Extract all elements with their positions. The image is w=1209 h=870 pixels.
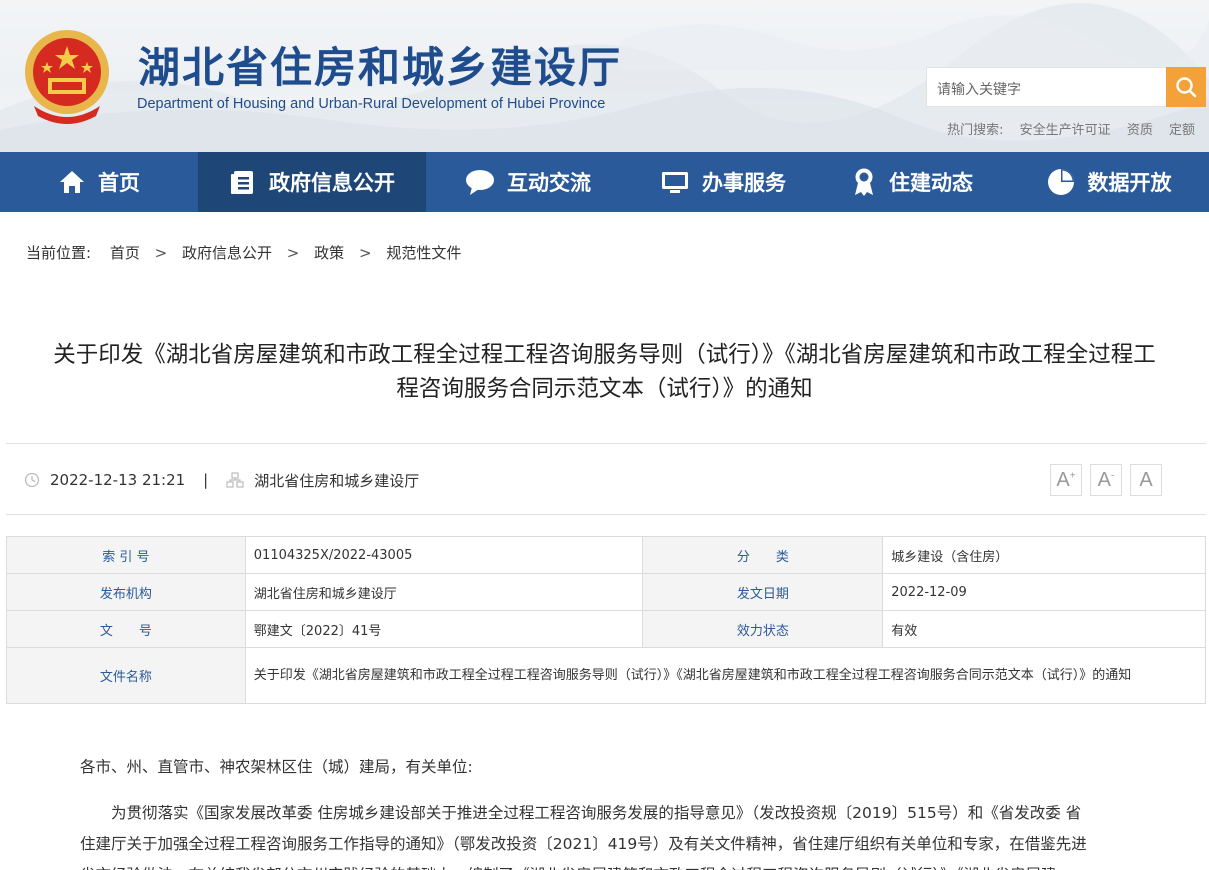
greeting: 各市、州、直管市、神农架林区住（城）建局，有关单位: (80, 758, 473, 776)
clock-icon (24, 472, 40, 488)
table-row: 文 号 鄂建文〔2022〕41号 效力状态 有效 (6, 610, 1206, 648)
body-paragraph-line: 住建厅关于加强全过程工程咨询服务工作指导的通知》（鄂发改投资〔2021〕419号… (80, 835, 1087, 853)
home-icon (60, 171, 84, 193)
hot-search-link[interactable]: 安全生产许可证 (1020, 123, 1111, 138)
nav-label: 数据开放 (1087, 171, 1172, 195)
font-control-label: A (1139, 468, 1153, 491)
org-structure-icon (226, 472, 244, 488)
monitor-icon (662, 172, 688, 193)
hot-search-link[interactable]: 定额 (1169, 123, 1195, 138)
article-title: 关于印发《湖北省房屋建筑和市政工程全过程工程咨询服务导则（试行）》《湖北省房屋建… (0, 338, 1209, 406)
font-size-reset-button[interactable]: A (1130, 464, 1162, 496)
nav-item-home[interactable]: 首页 (0, 152, 198, 212)
breadcrumb-separator: > (154, 244, 168, 262)
table-row: 文件名称 关于印发《湖北省房屋建筑和市政工程全过程工程咨询服务导则（试行）》《湖… (6, 647, 1207, 704)
document-list-icon (231, 171, 253, 194)
chat-bubble-icon (466, 170, 494, 195)
national-emblem-logo (25, 30, 109, 124)
hot-search: 热门搜索: 安全生产许可证 资质 定额 (947, 119, 1195, 138)
breadcrumb-separator: > (286, 244, 300, 262)
info-value: 01104325X/2022-43005 (244, 536, 644, 574)
breadcrumb-link-normative-docs[interactable]: 规范性文件 (386, 244, 461, 262)
site-subtitle-en: Department of Housing and Urban-Rural De… (137, 96, 606, 112)
nav-label: 办事服务 (702, 171, 786, 195)
font-control-label: A- (1097, 468, 1115, 491)
info-key: 文件名称 (6, 647, 246, 704)
nav-item-open-data[interactable]: 数据开放 (1008, 152, 1209, 212)
file-name-value: 关于印发《湖北省房屋建筑和市政工程全过程工程咨询服务导则（试行）》《湖北省房屋建… (244, 647, 1207, 704)
search-button[interactable] (1166, 67, 1206, 107)
nav-item-news[interactable]: 住建动态 (816, 152, 1008, 212)
breadcrumb-link-policy[interactable]: 政策 (314, 244, 344, 262)
nav-item-services[interactable]: 办事服务 (630, 152, 816, 212)
breadcrumb-link-gov-info[interactable]: 政府信息公开 (182, 244, 272, 262)
main-nav: 首页 政府信息公开 互动交流 办事服务 住建动态 数据开放 (0, 152, 1209, 212)
divider (6, 443, 1206, 444)
hot-search-label: 热门搜索: (947, 123, 1004, 138)
site-title[interactable]: 湖北省住房和城乡建设厅 (138, 34, 622, 95)
info-key: 发布机构 (6, 573, 246, 611)
info-key: 文 号 (6, 610, 246, 648)
font-size-increase-button[interactable]: A+ (1050, 464, 1082, 496)
search-icon (1176, 77, 1197, 98)
breadcrumb: 当前位置: 首页 > 政府信息公开 > 政策 > 规范性文件 (26, 242, 461, 263)
info-value: 城乡建设（含住房） (882, 536, 1206, 574)
info-value: 2022-12-09 (882, 573, 1206, 611)
nav-label: 首页 (98, 171, 140, 195)
meta-separator: | (203, 471, 209, 489)
font-control-label: A+ (1056, 468, 1076, 491)
table-row: 发布机构 湖北省住房和城乡建设厅 发文日期 2022-12-09 (6, 573, 1206, 611)
nav-label: 互动交流 (507, 171, 591, 195)
hot-search-link[interactable]: 资质 (1127, 123, 1153, 138)
article-source: 湖北省住房和城乡建设厅 (254, 471, 420, 490)
breadcrumb-link-home[interactable]: 首页 (110, 244, 140, 262)
site-header: 湖北省住房和城乡建设厅 Department of Housing and Ur… (0, 0, 1209, 152)
info-value: 有效 (882, 610, 1206, 648)
breadcrumb-label: 当前位置: (26, 244, 92, 262)
article-title-line: 关于印发《湖北省房屋建筑和市政工程全过程工程咨询服务导则（试行）》《湖北省房屋建… (53, 342, 1156, 368)
search-input[interactable]: 请输入关键字 (926, 67, 1166, 107)
nav-item-gov-info[interactable]: 政府信息公开 (198, 152, 426, 212)
info-key: 发文日期 (642, 573, 884, 611)
nav-label: 住建动态 (889, 171, 973, 195)
article-meta: 2022-12-13 21:21 | 湖北省住房和城乡建设厅 (24, 468, 419, 492)
award-ribbon-icon (855, 168, 873, 196)
divider (6, 514, 1206, 515)
info-key: 效力状态 (642, 610, 884, 648)
article-body: 各市、州、直管市、神农架林区住（城）建局，有关单位: 为贯彻落实《国家发展改革委… (80, 754, 1132, 870)
font-size-decrease-button[interactable]: A- (1090, 464, 1122, 496)
info-key: 索 引 号 (6, 536, 246, 574)
article-title-line: 程咨询服务合同示范文本（试行）》的通知 (396, 376, 813, 402)
info-value: 鄂建文〔2022〕41号 (244, 610, 644, 648)
nav-item-interaction[interactable]: 互动交流 (426, 152, 630, 212)
info-value: 湖北省住房和城乡建设厅 (244, 573, 644, 611)
body-paragraph-line: 省市经验做法，在总结我省部分市州实践经验的基础上，编制了《湖北省房屋建筑和市政工… (80, 860, 1132, 870)
info-key: 分 类 (642, 536, 884, 574)
document-info-table: 索 引 号 01104325X/2022-43005 分 类 城乡建设（含住房）… (6, 536, 1207, 704)
table-row: 索 引 号 01104325X/2022-43005 分 类 城乡建设（含住房） (6, 536, 1206, 574)
pie-chart-icon (1047, 169, 1074, 195)
body-paragraph-line: 为贯彻落实《国家发展改革委 住房城乡建设部关于推进全过程工程咨询服务发展的指导意… (111, 804, 1082, 822)
nav-label: 政府信息公开 (269, 171, 395, 195)
publish-datetime: 2022-12-13 21:21 (50, 471, 186, 489)
breadcrumb-separator: > (358, 244, 372, 262)
